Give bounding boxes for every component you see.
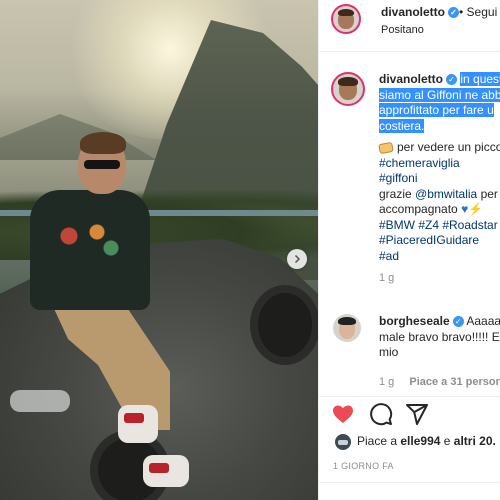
post-timestamp: 1 GIORNO FA	[333, 461, 394, 471]
caption-text: per vedere un picco	[397, 140, 500, 154]
lightning-icon: ⚡	[468, 202, 484, 216]
car-wheel-rear	[250, 285, 318, 365]
comment-meta: 1 g Piace a 31 persone	[379, 376, 500, 388]
heart-icon	[333, 405, 353, 423]
person-hair	[80, 132, 126, 154]
caption-time: 1 g	[379, 272, 395, 284]
person-shirt	[30, 190, 150, 310]
comment: borgheseale ✓ Aaaaa male bravo bravo!!!!!…	[379, 314, 500, 361]
caption-text: siamo al Giffoni ne abb	[379, 87, 500, 102]
comment-icon	[370, 403, 393, 426]
pointing-hand-icon	[378, 141, 394, 154]
liked-by[interactable]: Piace a elle994 e altri 20.	[335, 434, 496, 450]
carousel-next-button[interactable]	[287, 249, 307, 269]
verified-icon: ✓	[446, 74, 458, 86]
sunglasses	[84, 160, 120, 169]
liker-username[interactable]: elle994	[400, 434, 440, 448]
comment-likes[interactable]: Piace a 31 persone	[409, 376, 500, 388]
caption-text: in questi	[460, 72, 500, 86]
caption-text: grazie	[379, 186, 412, 201]
divider	[319, 396, 500, 397]
likes-others[interactable]: altri 20.	[454, 434, 496, 448]
caption-author[interactable]: divanoletto	[379, 72, 443, 86]
hashtag-link[interactable]: #BMW #Z4 #Roadstar	[379, 218, 500, 234]
follow-button[interactable]: • Segui	[459, 5, 497, 19]
mention-link[interactable]: @bmwitalia	[415, 187, 477, 201]
location-link[interactable]: Positano	[381, 24, 424, 36]
share-button[interactable]	[405, 402, 429, 426]
hashtag-link[interactable]: #chemeraviglia	[379, 156, 500, 172]
caption-author-avatar[interactable]	[331, 72, 365, 106]
hashtag-link[interactable]: #PiaceredIGuidare	[379, 233, 500, 249]
post-sidebar: divanoletto ✓ • Segui Positano divanolett…	[318, 0, 500, 500]
caption-text: costiera.	[379, 118, 425, 133]
follow-label[interactable]: Segui	[467, 5, 498, 19]
post-image[interactable]	[0, 0, 318, 500]
separator: •	[459, 5, 464, 19]
caption-text: accompagnato	[379, 202, 458, 216]
sneaker	[118, 405, 158, 443]
caption-text: approfittato per fare u	[379, 103, 494, 117]
likes-text: e	[443, 434, 451, 449]
post-header: divanoletto ✓ • Segui Positano	[319, 0, 500, 52]
author-username[interactable]: divanoletto ✓	[381, 5, 460, 19]
comment-button[interactable]	[369, 402, 393, 426]
post-caption: divanoletto✓ in questi siamo al Giffoni …	[378, 72, 500, 287]
author-avatar[interactable]	[331, 4, 361, 34]
verified-icon: ✓	[448, 7, 460, 19]
commenter-username[interactable]: borgheseale	[379, 314, 450, 328]
author-name-text[interactable]: divanoletto	[381, 5, 445, 19]
liker-avatar	[335, 434, 351, 450]
share-icon	[406, 404, 428, 425]
chevron-right-icon	[294, 254, 301, 264]
sneaker	[143, 455, 189, 487]
comment-text: Aaaaa	[466, 314, 500, 328]
verified-icon: ✓	[452, 316, 464, 328]
comment-text: mio	[379, 345, 399, 359]
comment-time: 1 g	[379, 376, 395, 388]
hashtag-link[interactable]: #ad	[379, 249, 500, 265]
likes-text: Piace a	[357, 434, 398, 449]
comment-text: male bravo bravo!!!!! E	[379, 329, 500, 344]
hashtag-link[interactable]: #giffoni	[379, 171, 500, 187]
divider	[319, 482, 500, 483]
caption-text: per	[480, 186, 498, 201]
car-headlight	[10, 390, 70, 412]
like-button[interactable]	[331, 402, 355, 426]
commenter-avatar[interactable]	[333, 314, 361, 342]
